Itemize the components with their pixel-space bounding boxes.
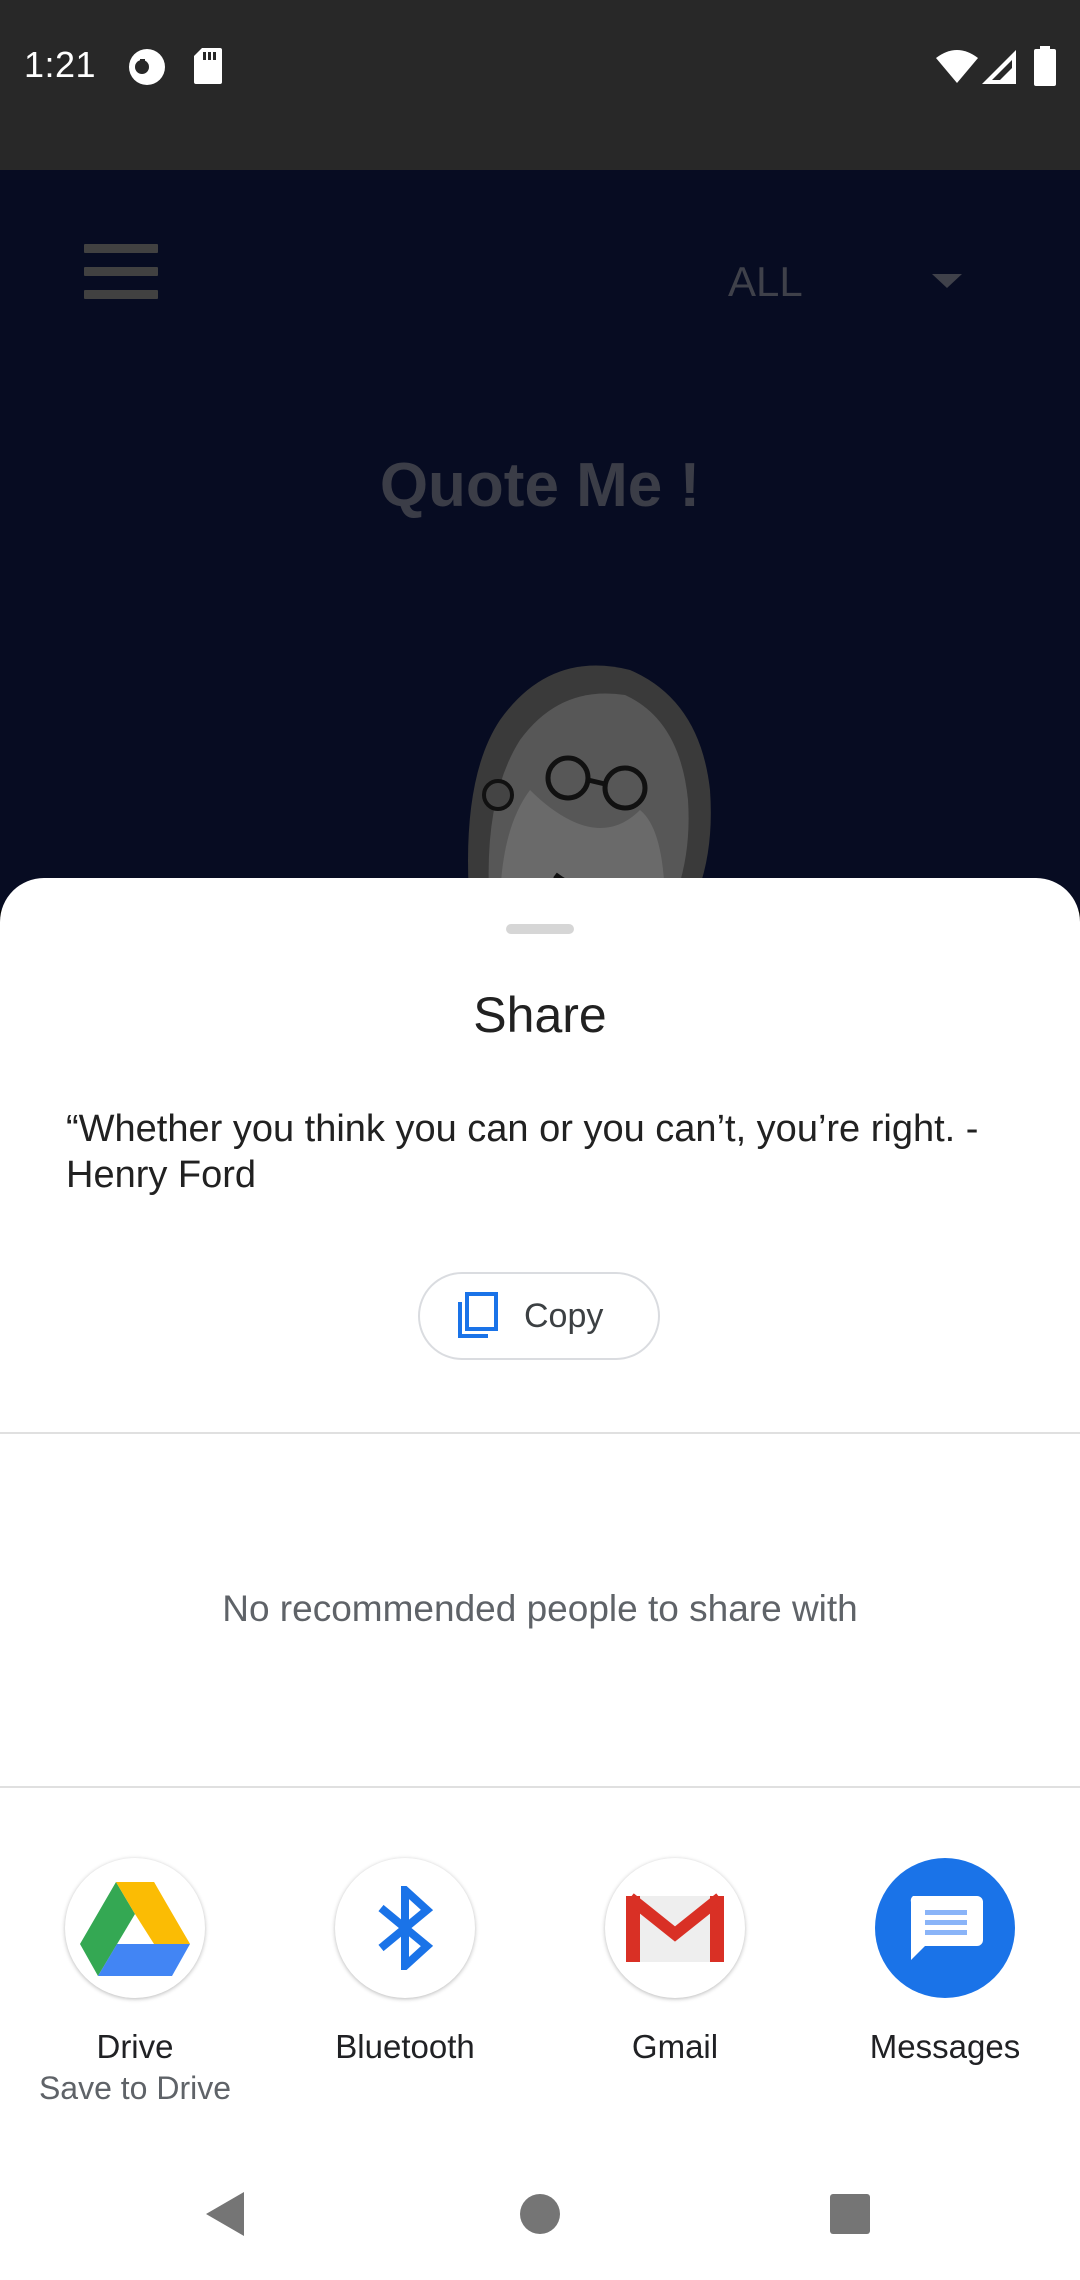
status-bar: 1:21 bbox=[0, 0, 1080, 170]
sheet-title: Share bbox=[473, 987, 607, 1043]
google-drive-icon bbox=[80, 1882, 190, 1976]
share-preview-text: “Whether you think you can or you can’t,… bbox=[66, 1108, 979, 1196]
filter-dropdown[interactable]: ALL bbox=[728, 258, 803, 306]
app-title: Quote Me ! bbox=[379, 451, 701, 520]
app-target-bluetooth[interactable]: Bluetooth bbox=[270, 1858, 540, 2066]
back-icon[interactable] bbox=[206, 2192, 244, 2236]
bluetooth-icon bbox=[378, 1886, 434, 1970]
app-target-messages[interactable]: Messages bbox=[810, 1858, 1080, 2066]
copy-button[interactable]: Copy bbox=[418, 1272, 660, 1360]
gmail-icon bbox=[626, 1893, 724, 1962]
navigation-bar bbox=[0, 2170, 1080, 2280]
signal-icon bbox=[982, 50, 1016, 84]
home-icon[interactable] bbox=[520, 2194, 560, 2234]
copy-label: Copy bbox=[524, 1296, 604, 1335]
sd-card-icon bbox=[194, 48, 222, 84]
no-recommendations-text: No recommended people to share with bbox=[222, 1588, 858, 1629]
app-sublabel: Save to Drive bbox=[38, 2070, 232, 2106]
recents-icon[interactable] bbox=[830, 2194, 870, 2234]
wifi-icon bbox=[936, 50, 978, 83]
app-label: Gmail bbox=[631, 2028, 719, 2065]
dropdown-caret-icon bbox=[932, 274, 962, 288]
app-background: ALL Quote Me ! bbox=[0, 170, 1080, 910]
app-label: Messages bbox=[869, 2028, 1021, 2065]
portrait-image bbox=[468, 665, 711, 910]
drag-handle[interactable] bbox=[506, 924, 574, 934]
app-target-gmail[interactable]: Gmail bbox=[540, 1858, 810, 2066]
divider bbox=[0, 1432, 1080, 1434]
status-time: 1:21 bbox=[24, 44, 97, 85]
battery-icon bbox=[1034, 46, 1056, 86]
hamburger-menu-icon[interactable] bbox=[84, 244, 158, 300]
app-label: Drive bbox=[96, 2028, 174, 2065]
messages-icon bbox=[910, 1896, 983, 1960]
share-sheet: Share “Whether you think you can or you … bbox=[0, 878, 1080, 2280]
app-label: Bluetooth bbox=[335, 2028, 475, 2065]
copy-icon bbox=[458, 1292, 498, 1338]
divider bbox=[0, 1786, 1080, 1788]
notification-circle-icon bbox=[129, 49, 165, 85]
app-target-drive[interactable]: Drive Save to Drive bbox=[0, 1858, 270, 2107]
